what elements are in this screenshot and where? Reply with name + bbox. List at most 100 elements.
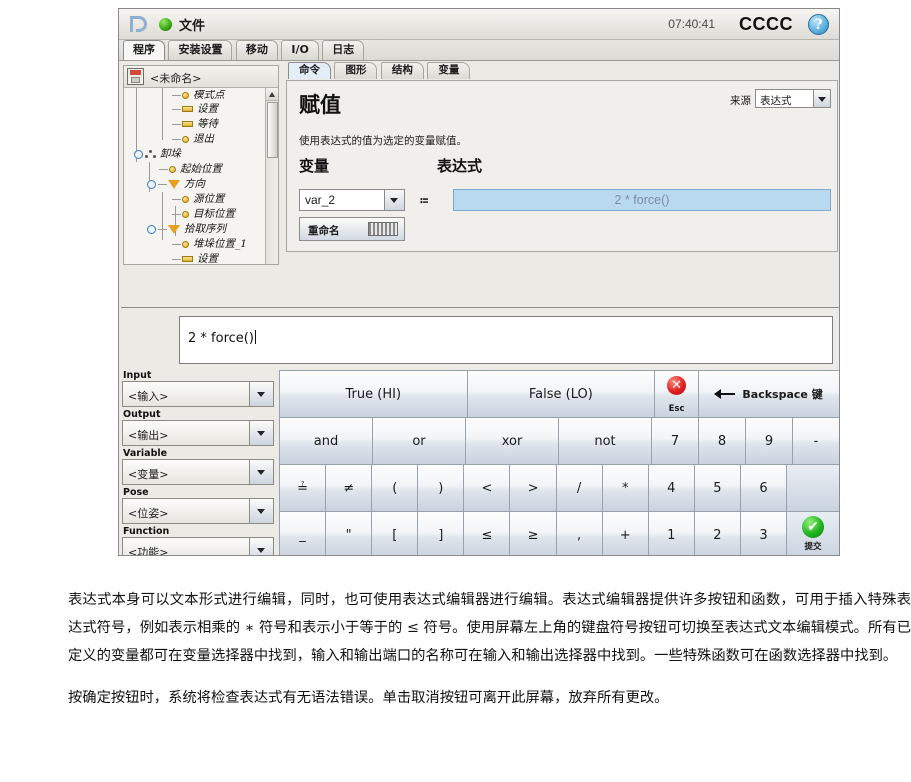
tab-move[interactable]: 移动 [235,40,278,60]
program-tree[interactable]: 模式点 设置 等待 退出 卸垛 起始位置 方向 源位置 目标位置 拾取序列 堆垛… [124,88,278,264]
list-item[interactable]: 模式点 [128,90,265,102]
key-underscore[interactable]: _ [279,511,327,555]
key-not-equals[interactable]: ≠ [325,464,373,512]
tree-label: 模式点 [193,90,225,101]
key-multiply[interactable]: * [601,464,649,512]
input-selector-label: Input [123,370,152,381]
key-greater-than[interactable]: > [509,464,557,512]
key-quote[interactable]: " [325,511,373,555]
chevron-down-icon[interactable] [813,90,830,107]
key-6[interactable]: 6 [739,464,788,512]
list-item[interactable]: 卸垛 [128,147,265,162]
list-item[interactable]: 拾取序列 [128,222,265,237]
chevron-down-icon[interactable] [249,382,273,406]
list-item[interactable]: 方向 [128,177,265,192]
help-icon[interactable]: ? [808,14,829,35]
tree-label: 拾取序列 [184,223,226,235]
chevron-down-icon[interactable] [249,538,273,555]
list-item[interactable]: 源位置 [128,192,265,207]
key-not[interactable]: not [558,417,652,465]
arrow-left-icon [714,389,736,399]
list-item[interactable]: 目标位置 [128,207,265,222]
source-dropdown[interactable]: 表达式 [755,89,831,108]
save-icon[interactable] [127,68,144,85]
key-bracket-close[interactable]: ] [417,511,465,555]
list-item[interactable]: 设置 [128,252,265,264]
key-less-than[interactable]: < [463,464,511,512]
paragraph-2: 按确定按钮时，系统将检查表达式有无语法错误。单击取消按钮可离开此屏幕，放弃所有更… [68,690,669,706]
key-backspace[interactable]: Backspace 键 [698,370,839,418]
key-plus[interactable]: + [601,511,649,555]
tab-log[interactable]: 日志 [322,40,365,60]
tree-scrollbar[interactable] [265,88,278,264]
key-bracket-open[interactable]: [ [371,511,419,555]
tab-installation[interactable]: 安装设置 [168,40,233,60]
input-selector-dropdown[interactable]: <输入> [122,381,274,407]
key-less-equal[interactable]: ≤ [463,511,511,555]
list-item[interactable]: 退出 [128,132,265,147]
output-selector-value: <输出> [128,429,169,442]
robot-teach-pendant-screenshot: 文件 07:40:41 CCCC ? 程序 安装设置 移动 I/O 日志 <未命… [118,8,840,556]
submit-button-label: 提交 [804,542,822,552]
key-and[interactable]: and [279,417,373,465]
tree-expander-icon[interactable] [134,149,143,159]
main-tab-strip: 程序 安装设置 移动 I/O 日志 [119,40,839,61]
variable-selector-dropdown[interactable]: <变量> [122,459,274,485]
key-greater-equal[interactable]: ≥ [509,511,557,555]
list-item[interactable]: 等待 [128,117,265,132]
list-item[interactable]: 起始位置 [128,162,265,177]
key-divide[interactable]: / [555,464,603,512]
key-or[interactable]: or [372,417,466,465]
tree-label: 卸垛 [160,148,181,160]
rename-button[interactable]: 重命名 [299,217,405,241]
key-paren-open[interactable]: ( [371,464,419,512]
tab-program[interactable]: 程序 [123,40,165,60]
submit-button[interactable]: ✔ 提交 [786,511,839,555]
clock-label: 07:40:41 [668,17,715,31]
pose-selector-dropdown[interactable]: <位姿> [122,498,274,524]
chevron-down-icon[interactable] [249,499,273,523]
key-7[interactable]: 7 [651,417,699,465]
function-selector-dropdown[interactable]: <功能> [122,537,274,555]
list-item[interactable]: 堆垛位置_1 [128,237,265,252]
pose-selector-value: <位姿> [128,507,169,520]
list-item[interactable]: 设置 [128,102,265,117]
key-1[interactable]: 1 [647,511,695,555]
key-9[interactable]: 9 [745,417,793,465]
key-8[interactable]: 8 [698,417,746,465]
source-label: 来源 [730,95,751,107]
close-icon: ✕ [667,375,687,395]
scroll-up-icon[interactable] [266,88,278,101]
key-4[interactable]: 4 [647,464,695,512]
key-xor[interactable]: xor [465,417,559,465]
expression-input[interactable]: 2 * force() [179,316,833,364]
output-selector-dropdown[interactable]: <输出> [122,420,274,446]
tab-variables[interactable]: 变量 [427,62,471,79]
chevron-down-icon[interactable] [249,421,273,445]
key-5[interactable]: 5 [693,464,741,512]
variable-dropdown[interactable]: var_2 [299,189,405,211]
tree-expander-icon[interactable] [147,179,156,189]
expression-editor: 2 * force() Input <输入> Output <输出> Varia… [121,307,839,555]
key-3[interactable]: 3 [739,511,788,555]
tree-label: 设置 [197,253,218,264]
key-2[interactable]: 2 [693,511,741,555]
key-minus[interactable]: - [792,417,839,465]
key-paren-close[interactable]: ) [417,464,465,512]
tree-label: 等待 [197,118,218,130]
tab-graphics[interactable]: 图形 [334,62,378,79]
key-true[interactable]: True (HI) [279,370,468,418]
file-menu-button[interactable]: 文件 [179,15,205,34]
key-false[interactable]: False (LO) [466,370,656,418]
tab-io[interactable]: I/O [281,40,319,60]
chevron-down-icon[interactable] [249,460,273,484]
expression-field[interactable]: 2 * force() [453,189,831,211]
key-esc[interactable]: ✕ Esc [654,370,700,418]
chevron-down-icon[interactable] [384,190,404,210]
tab-structure[interactable]: 结构 [380,62,424,79]
tree-expander-icon[interactable] [147,224,156,234]
key-equals[interactable]: ≟ [279,464,327,512]
key-comma[interactable]: , [555,511,603,555]
scroll-thumb[interactable] [267,102,278,158]
tab-command[interactable]: 命令 [288,62,331,79]
